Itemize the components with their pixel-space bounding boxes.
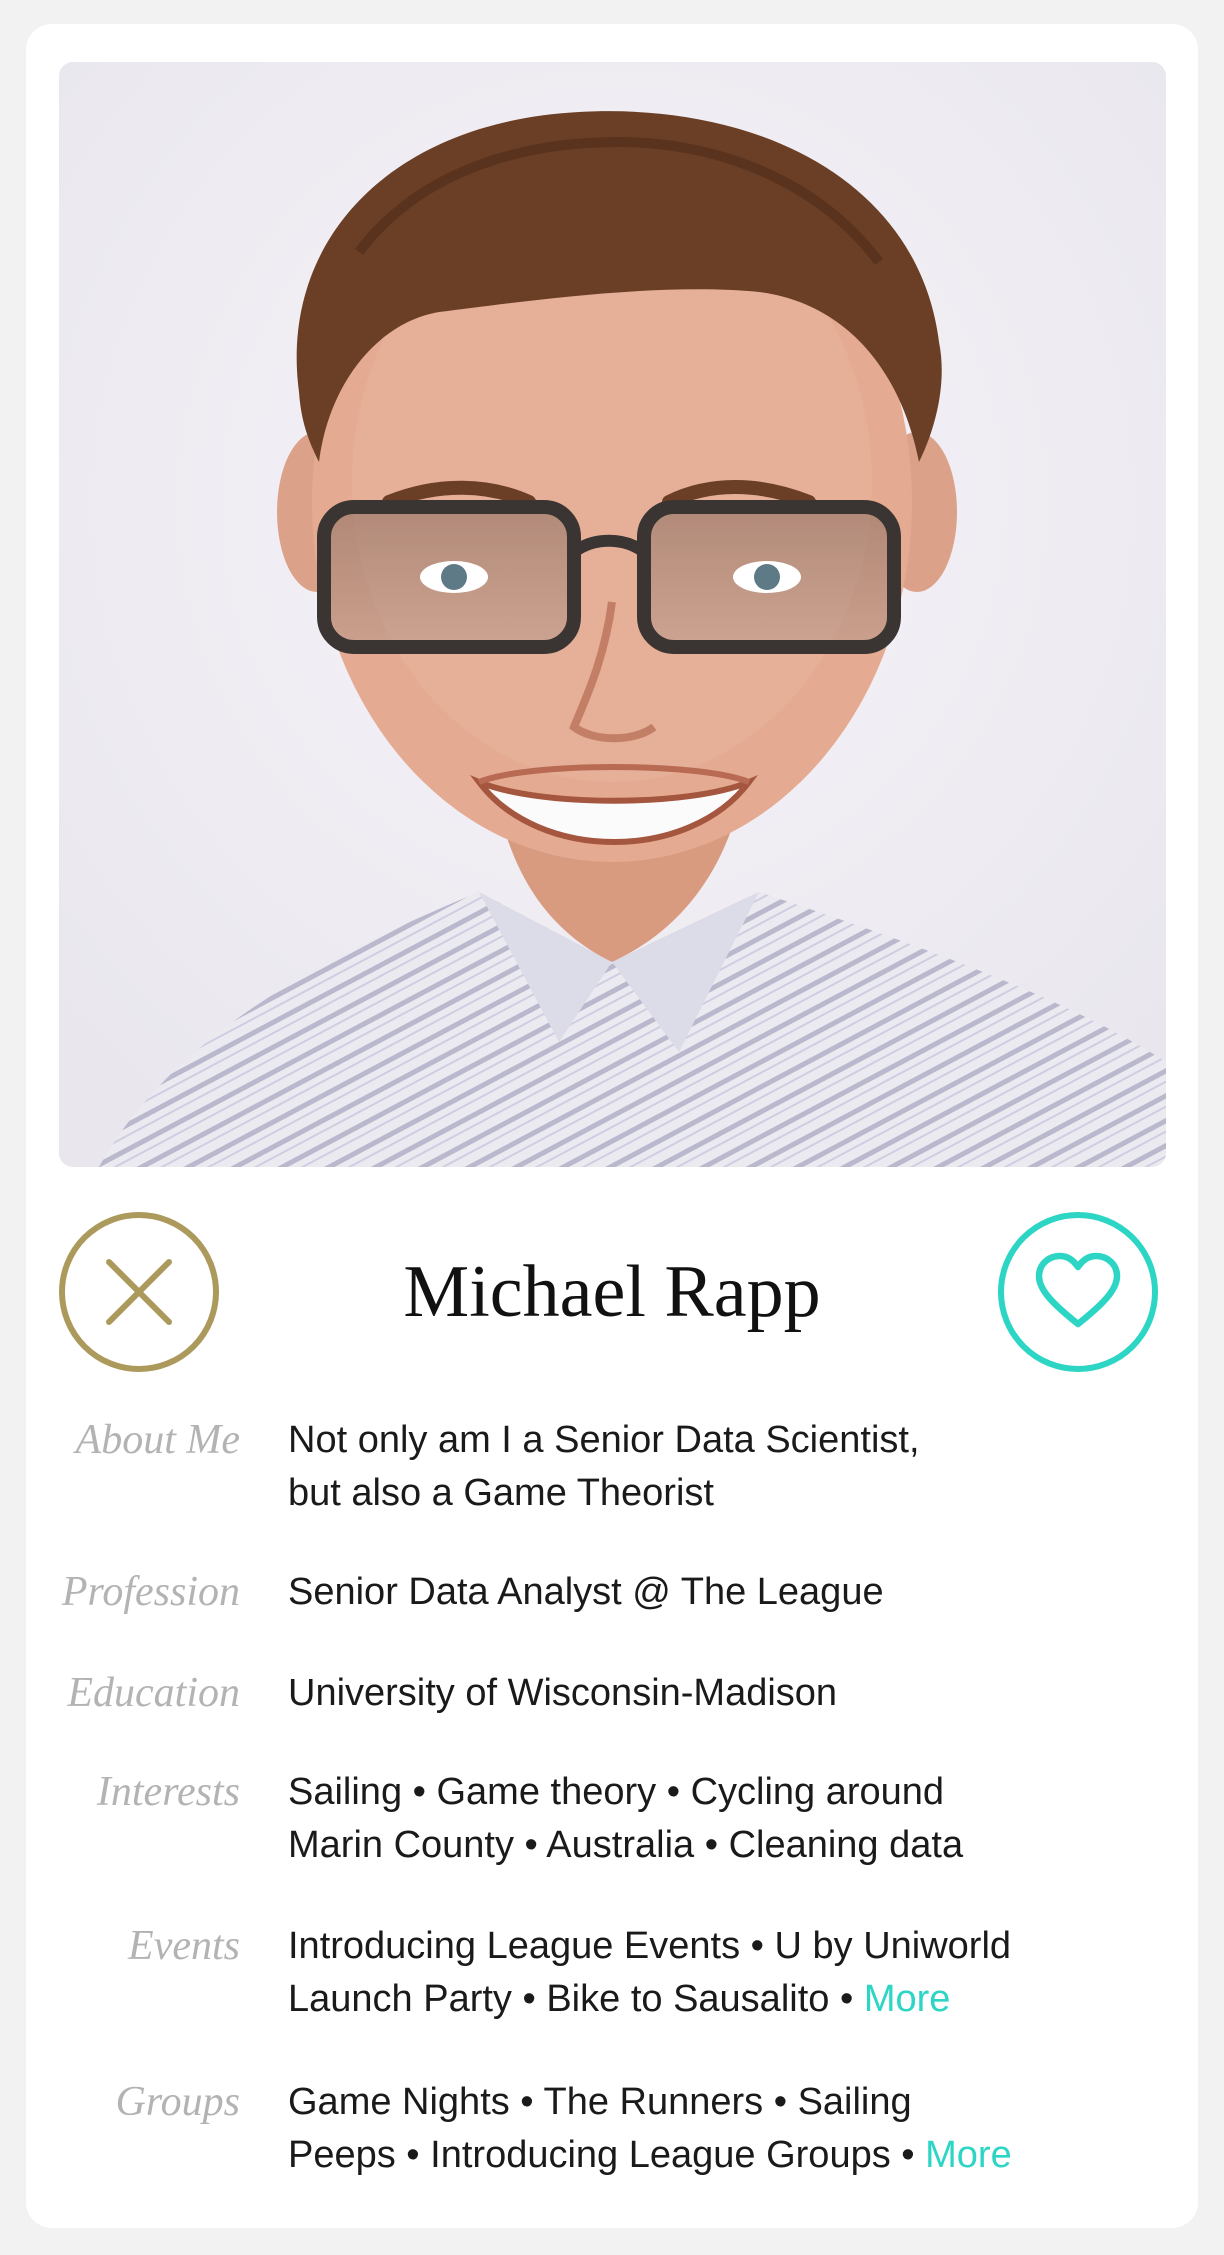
events-more-link[interactable]: More	[864, 1978, 951, 2020]
groups-line: Peeps • Introducing League Groups • More	[288, 2129, 1148, 2182]
profile-photo[interactable]	[59, 62, 1166, 1167]
groups-line-text: Peeps • Introducing League Groups •	[288, 2134, 926, 2176]
profile-name: Michael Rapp	[403, 1251, 821, 1333]
about-line: Not only am I a Senior Data Scientist,	[288, 1419, 920, 1461]
events-line: Introducing League Events • U by Uniworl…	[288, 1925, 1012, 1967]
profile-card: Michael Rapp About Me Not only am I a Se…	[26, 24, 1198, 2228]
profession-label: Profession	[61, 1569, 240, 1615]
interests-label: Interests	[96, 1769, 240, 1815]
education-label: Education	[67, 1670, 240, 1716]
about-label: About Me	[75, 1417, 240, 1463]
about-line: but also a Game Theorist	[288, 1472, 714, 1514]
close-icon	[106, 1259, 172, 1325]
interests-value: Sailing • Game theory • Cycling around M…	[288, 1766, 1148, 1872]
like-button[interactable]	[998, 1212, 1158, 1372]
groups-label: Groups	[115, 2079, 240, 2125]
events-label: Events	[128, 1923, 240, 1969]
groups-value: Game Nights • The Runners • Sailing Peep…	[288, 2076, 1148, 2182]
education-value: University of Wisconsin-Madison	[288, 1672, 838, 1714]
events-line-text: Launch Party • Bike to Sausalito •	[288, 1978, 864, 2020]
about-value: Not only am I a Senior Data Scientist, b…	[288, 1414, 1148, 1520]
interests-line: Marin County • Australia • Cleaning data	[288, 1824, 964, 1866]
events-line: Launch Party • Bike to Sausalito • More	[288, 1973, 1148, 2026]
heart-icon	[1035, 1252, 1121, 1328]
interests-line: Sailing • Game theory • Cycling around	[288, 1771, 945, 1813]
groups-more-link[interactable]: More	[925, 2134, 1012, 2176]
profile-photo-image	[59, 62, 1166, 1167]
profession-value: Senior Data Analyst @ The League	[288, 1571, 884, 1613]
events-value: Introducing League Events • U by Uniworl…	[288, 1920, 1148, 2026]
groups-line: Game Nights • The Runners • Sailing	[288, 2081, 912, 2123]
pass-button[interactable]	[59, 1212, 219, 1372]
